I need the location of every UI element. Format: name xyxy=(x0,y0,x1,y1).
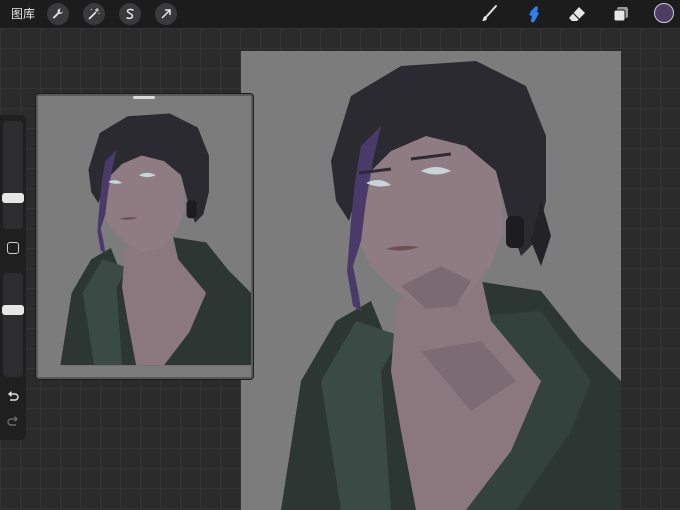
actions-wrench-button[interactable] xyxy=(47,3,69,25)
opacity-slider[interactable] xyxy=(3,273,23,377)
undo-icon xyxy=(7,391,19,401)
redo-icon xyxy=(7,416,19,426)
reference-image xyxy=(38,96,251,377)
brush-button[interactable] xyxy=(478,3,500,25)
layers-button[interactable] xyxy=(610,3,632,25)
modify-button[interactable] xyxy=(7,242,19,254)
reference-drag-handle[interactable] xyxy=(133,96,155,99)
reference-window[interactable] xyxy=(36,94,253,379)
portrait-painting xyxy=(281,61,621,510)
brush-size-handle[interactable] xyxy=(2,193,24,203)
layers-icon xyxy=(613,7,628,22)
wrench-icon xyxy=(52,8,63,19)
gallery-button[interactable]: 图库 xyxy=(11,6,35,22)
smudge-icon xyxy=(529,6,539,23)
selection-s-icon xyxy=(126,8,135,20)
redo-button[interactable] xyxy=(5,414,21,430)
opacity-handle[interactable] xyxy=(2,305,24,315)
undo-button[interactable] xyxy=(5,389,21,405)
selection-button[interactable] xyxy=(119,3,141,25)
eraser-icon xyxy=(569,7,585,21)
eraser-button[interactable] xyxy=(566,3,588,25)
transform-button[interactable] xyxy=(155,3,177,25)
transform-arrow-icon xyxy=(161,9,171,19)
left-sidebar xyxy=(0,115,26,440)
brush-size-slider[interactable] xyxy=(3,121,23,229)
magic-wand-icon xyxy=(88,8,100,20)
color-picker-button[interactable] xyxy=(654,3,674,23)
reference-portrait xyxy=(60,113,251,366)
smudge-button[interactable] xyxy=(523,3,545,25)
brush-icon xyxy=(482,5,497,21)
drawing-canvas[interactable] xyxy=(241,51,621,510)
top-toolbar: 图库 xyxy=(0,0,680,28)
adjustments-button[interactable] xyxy=(83,3,105,25)
